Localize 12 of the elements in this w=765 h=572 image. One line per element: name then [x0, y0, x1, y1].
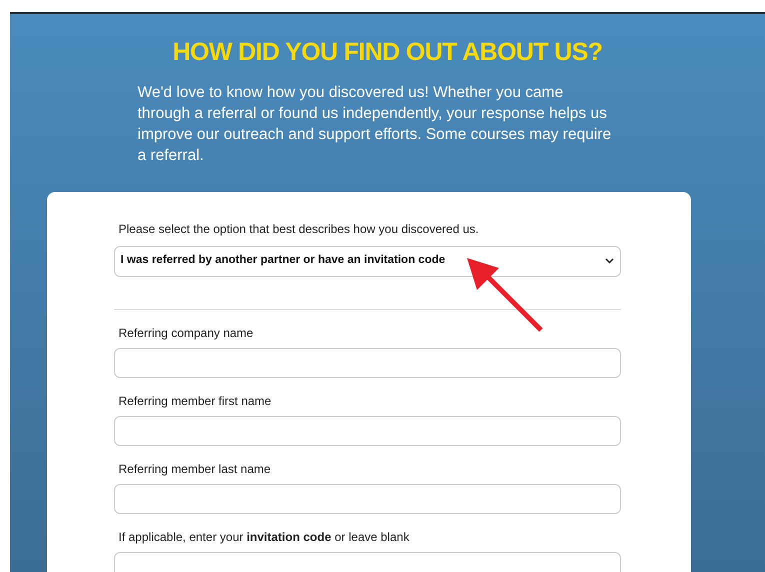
page-heading: HOW DID YOU FIND OUT ABOUT US?	[172, 37, 602, 68]
select-label: Please select the option that best describes how you discovered us.	[118, 220, 480, 238]
field-label: Referring company name	[118, 324, 254, 342]
text-field[interactable]	[114, 484, 620, 514]
chevron-down-icon	[604, 258, 614, 264]
field-label: If applicable, enter your invitation code or leave blank	[118, 528, 410, 546]
discovery-select[interactable]: I was referred by another partner or have an invitation code	[114, 246, 620, 276]
intro-paragraph: We'd love to know how you discovered us! Whether you came through a referral or found us independently, your response helps us improve our outreach and support efforts. Some courses may require a referral.	[138, 82, 612, 166]
text-field[interactable]	[114, 416, 620, 446]
field-label: Referring member last name	[118, 460, 272, 478]
text-field[interactable]	[114, 348, 620, 378]
field-label: Referring member first name	[118, 392, 272, 410]
